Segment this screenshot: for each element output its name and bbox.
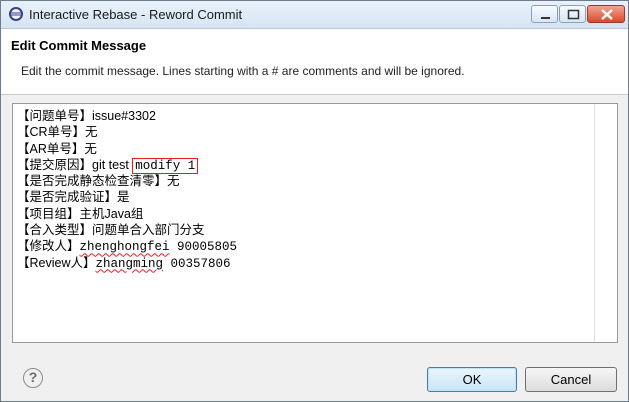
highlighted-text: modify 1 [132, 157, 199, 174]
maximize-button[interactable] [559, 5, 586, 23]
maximize-icon [567, 9, 580, 20]
line-text: 【AR单号】无 [17, 141, 97, 156]
minimize-icon [541, 17, 550, 19]
line-text: 【是否完成静态检查清零】无 [17, 174, 180, 189]
window-title: Interactive Rebase - Reword Commit [29, 7, 243, 22]
editor-line: 【修改人】zhenghongfei 90005805 [17, 238, 593, 254]
close-icon [601, 9, 613, 20]
editor-line: 【合入类型】问题单合入部门分支 [17, 222, 593, 238]
header-title: Edit Commit Message [11, 38, 147, 53]
editor-line: 【项目组】主机Java组 [17, 206, 593, 222]
editor-line: 【AR单号】无 [17, 141, 593, 157]
dialog-header: Edit Commit Message Edit the commit mess… [1, 29, 628, 95]
line-text: 90005805 [169, 240, 238, 255]
line-text: 【项目组】主机Java组 [17, 206, 144, 221]
line-text: 【合入类型】问题单合入部门分支 [17, 223, 205, 238]
cancel-button[interactable]: Cancel [525, 367, 617, 392]
line-text: 【是否完成验证】是 [17, 190, 130, 205]
line-text: 【问题单号】issue#3302 [17, 109, 156, 123]
editor-line: 【是否完成验证】是 [17, 189, 593, 205]
line-text: 00357806 [163, 256, 231, 271]
editor-line: 【问题单号】issue#3302 [17, 108, 593, 124]
close-button[interactable] [587, 5, 625, 23]
editor-line: 【CR单号】无 [17, 124, 593, 140]
title-bar[interactable]: Interactive Rebase - Reword Commit [1, 1, 628, 29]
help-icon[interactable]: ? [23, 368, 43, 388]
editor-line: 【是否完成静态检查清零】无 [17, 173, 593, 189]
spellcheck-word: zhangming [95, 256, 164, 271]
line-text: 【修改人】 [17, 239, 80, 254]
reword-commit-dialog: Interactive Rebase - Reword Commit Edit … [0, 0, 629, 402]
spellcheck-word: zhenghongfei [79, 240, 170, 255]
vertical-scrollbar[interactable] [594, 104, 617, 342]
editor-line: 【Review人】zhangming 00357806 [17, 255, 593, 271]
editor-line: 【提交原因】git test modify 1 [17, 157, 593, 174]
header-description: Edit the commit message. Lines starting … [21, 64, 465, 78]
commit-message-editor[interactable]: 【问题单号】issue#3302 【CR单号】无 【AR单号】无 【提交原因】g… [12, 103, 618, 343]
minimize-button[interactable] [531, 5, 558, 23]
line-text: 【Review人】 [17, 255, 96, 270]
ok-button[interactable]: OK [427, 367, 517, 392]
eclipse-app-icon [9, 7, 23, 21]
line-text: 【CR单号】无 [17, 125, 98, 140]
line-text: 【提交原因】git test [17, 157, 133, 172]
